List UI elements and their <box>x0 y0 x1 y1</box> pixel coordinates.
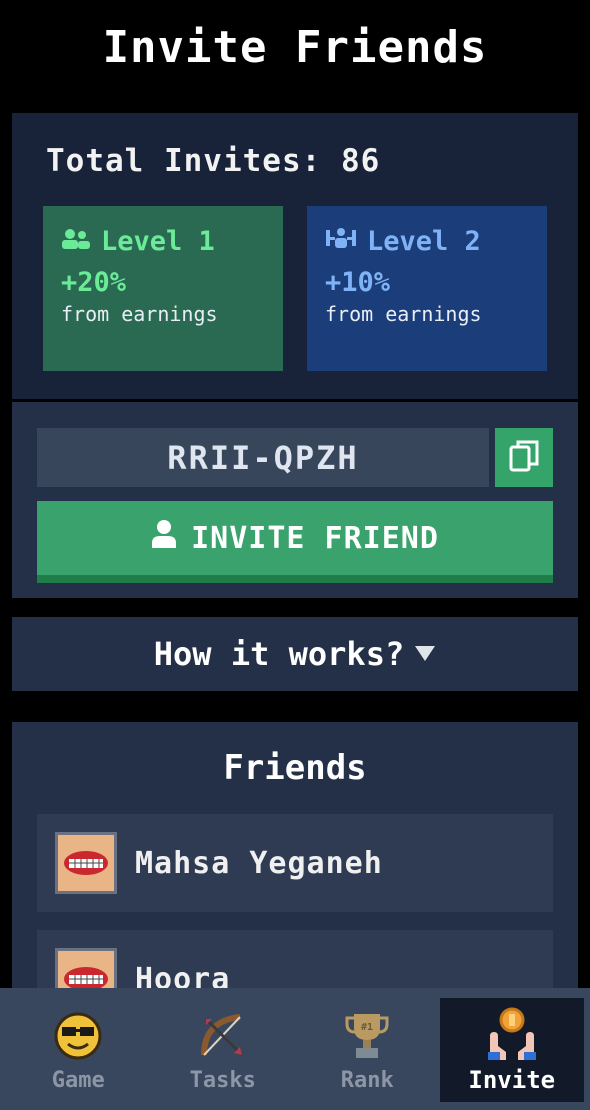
invite-summary-card: Total Invites: 86 Level 1 +20% from earn… <box>12 113 578 399</box>
friend-row[interactable]: Mahsa Yeganeh <box>37 814 553 912</box>
level-2-note: from earnings <box>325 302 482 326</box>
hands-coin-icon <box>484 1006 540 1062</box>
nav-item-game[interactable]: Game <box>6 998 151 1102</box>
how-it-works-label: How it works? <box>153 635 405 673</box>
nav-item-rank[interactable]: #1 Rank <box>295 998 440 1102</box>
how-it-works-toggle[interactable]: How it works? <box>12 617 578 691</box>
nav-label-invite: Invite <box>468 1066 556 1094</box>
smiley-sunglasses-icon <box>50 1008 106 1064</box>
total-invites: Total Invites: 86 <box>46 143 381 179</box>
nav-item-invite[interactable]: Invite <box>439 998 584 1102</box>
level-2-label: Level 2 <box>367 226 481 257</box>
users-icon <box>61 226 91 257</box>
bottom-nav: Game Tasks #1 Rank Invite <box>0 988 590 1110</box>
level-1-percent: +20% <box>61 267 127 298</box>
invite-screen: Invite Friends Total Invites: 86 Level 1… <box>0 0 590 1110</box>
level-2-percent: +10% <box>325 267 391 298</box>
friends-title: Friends <box>223 748 367 788</box>
invite-friend-button[interactable]: INVITE FRIEND <box>37 501 553 583</box>
friend-name: Mahsa Yeganeh <box>135 845 383 881</box>
svg-text:#1: #1 <box>361 1022 373 1033</box>
copy-icon <box>508 439 540 477</box>
user-icon <box>151 519 177 557</box>
bow-arrow-icon <box>195 1008 251 1064</box>
nav-label-game: Game <box>51 1067 105 1093</box>
page-title: Invite Friends <box>102 22 488 73</box>
level-1-header: Level 1 <box>61 226 265 257</box>
invite-code-panel: RRII-QPZH INVITE FRIEND <box>12 402 578 598</box>
nav-item-tasks[interactable]: Tasks <box>151 998 296 1102</box>
invite-code-field[interactable]: RRII-QPZH <box>37 428 489 487</box>
level-2-card: Level 2 +10% from earnings <box>307 206 547 371</box>
caret-down-icon <box>414 635 436 673</box>
nav-label-rank: Rank <box>340 1067 394 1093</box>
level-1-label: Level 1 <box>101 226 215 257</box>
nav-label-tasks: Tasks <box>189 1067 256 1093</box>
invite-friend-label: INVITE FRIEND <box>191 520 439 556</box>
level-2-header: Level 2 <box>325 226 529 257</box>
trophy-icon: #1 <box>339 1008 395 1064</box>
network-icon <box>325 226 357 257</box>
level-1-note: from earnings <box>61 302 218 326</box>
copy-code-button[interactable] <box>495 428 553 487</box>
avatar <box>55 832 117 894</box>
level-1-card: Level 1 +20% from earnings <box>43 206 283 371</box>
